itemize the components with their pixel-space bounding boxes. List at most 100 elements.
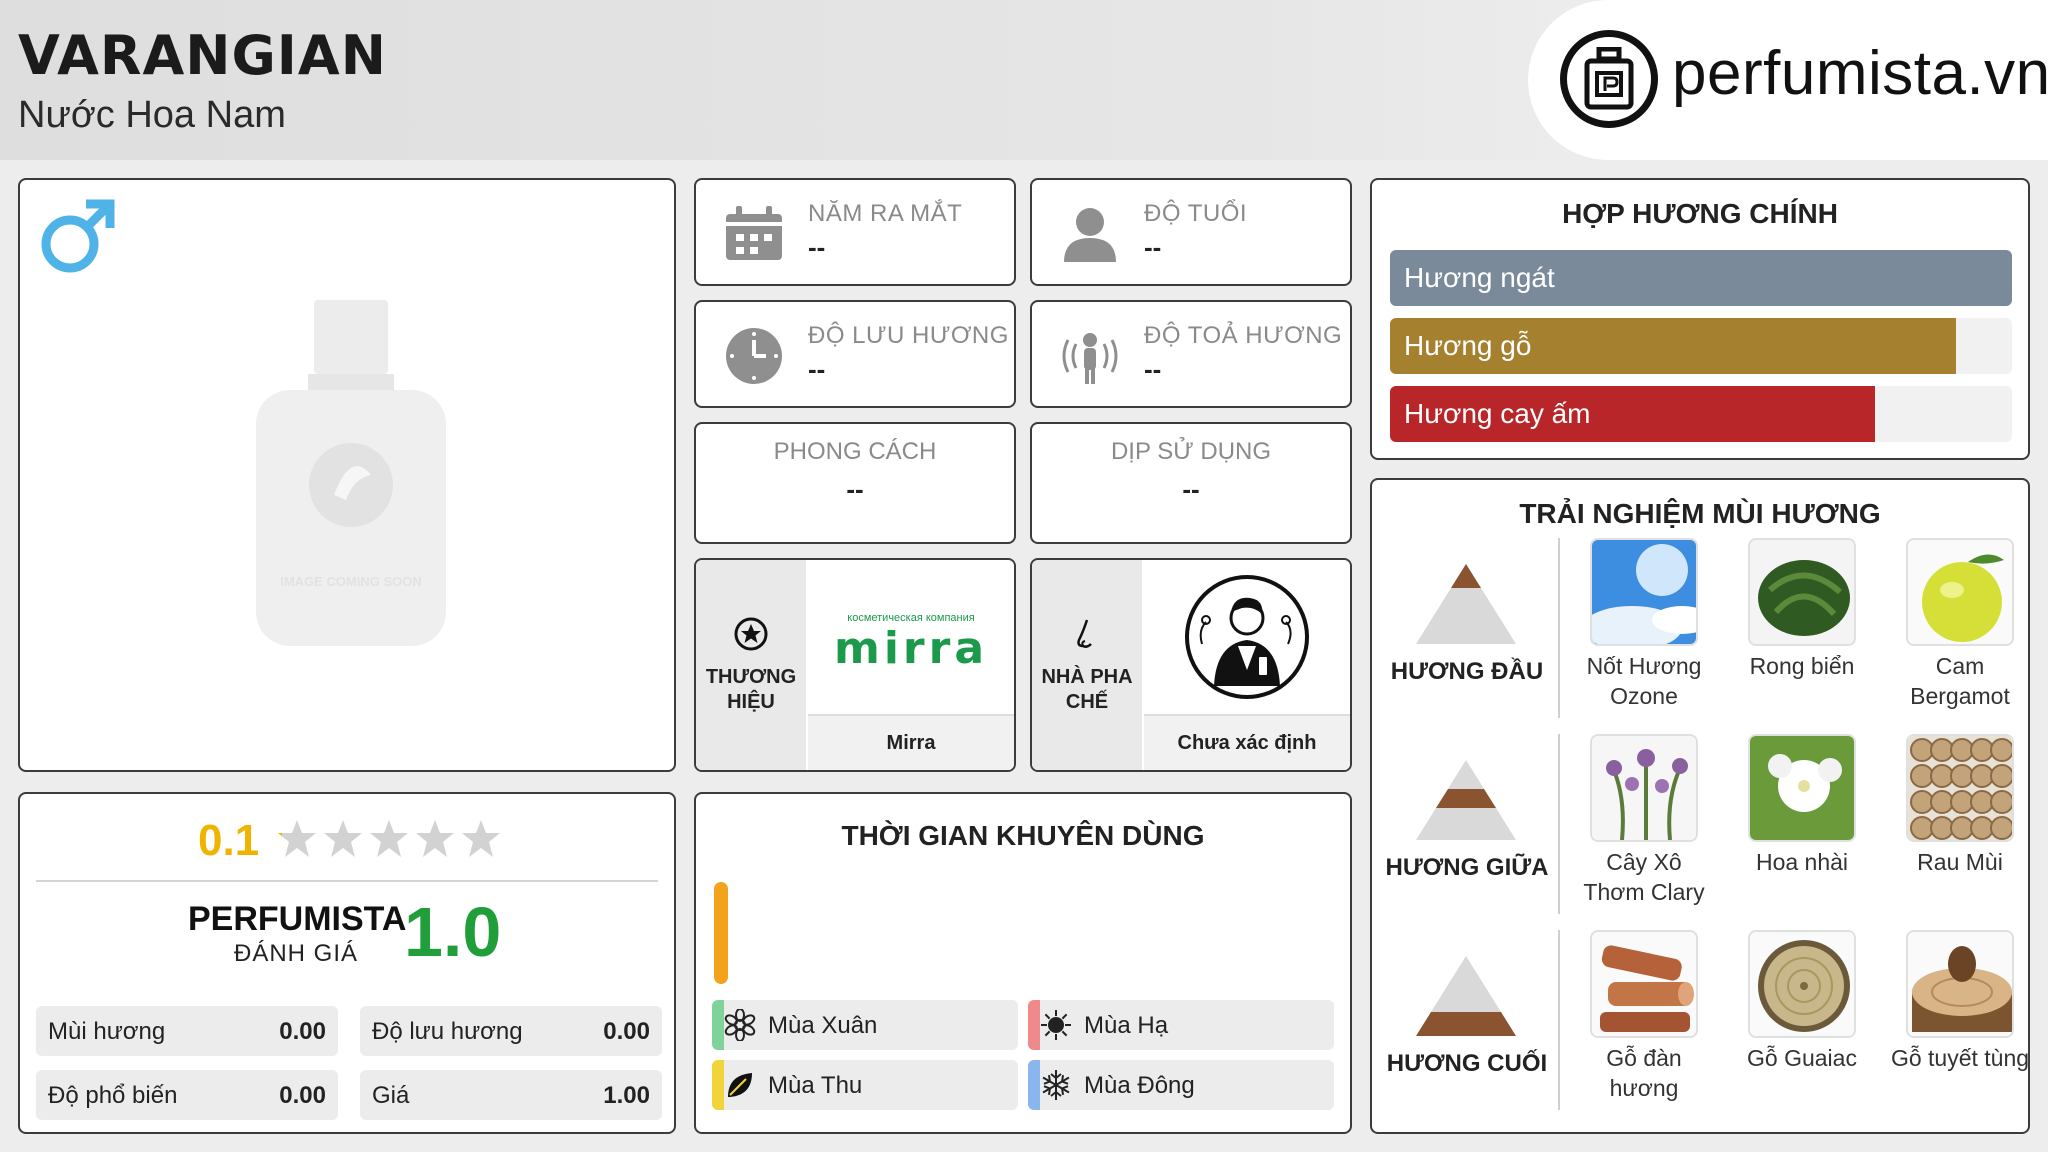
svg-text:mirra: mirra xyxy=(834,623,988,674)
longevity-card: ĐỘ LƯU HƯƠNG -- xyxy=(694,300,1016,408)
note-item[interactable]: Rong biển xyxy=(1732,538,1872,682)
rating-metric: Mùi hương 0.00 xyxy=(36,1006,338,1056)
metric-value: 1.00 xyxy=(603,1082,650,1109)
note-item[interactable]: Hoa nhài xyxy=(1732,734,1872,878)
metric-label: Độ lưu hương xyxy=(372,1018,523,1045)
note-item[interactable]: Nốt Hương Ozone xyxy=(1574,538,1714,712)
note-name: Nốt Hương Ozone xyxy=(1586,653,1702,709)
seaweed-icon xyxy=(1748,538,1856,646)
note-name: Gỗ Guaiac xyxy=(1747,1045,1857,1071)
season-label: Mùa Thu xyxy=(768,1072,863,1099)
accord-bar[interactable]: Hương ngát xyxy=(1390,250,2012,306)
season-accent xyxy=(712,1000,724,1050)
age-label: ĐỘ TUỔI xyxy=(1144,200,1248,227)
rating-metric: Giá 1.00 xyxy=(360,1070,662,1120)
sillage-card: ĐỘ TOẢ HƯƠNG -- xyxy=(1030,300,1352,408)
nose-icon xyxy=(1069,616,1105,657)
diffusion-person-icon xyxy=(1060,326,1120,386)
season-accent xyxy=(1028,1060,1040,1110)
user-rating-score: 0.1 xyxy=(198,816,260,865)
note-tier-label: HƯƠNG GIỮA xyxy=(1385,854,1549,881)
season-item: Mùa Thu xyxy=(712,1060,1018,1110)
note-item[interactable]: Cam Bergamot xyxy=(1890,538,2030,712)
star-circle-icon xyxy=(733,616,769,657)
launch-year-card: NĂM RA MẮT -- xyxy=(694,178,1016,286)
note-item[interactable]: Rau Mùi xyxy=(1890,734,2030,878)
metric-value: 0.00 xyxy=(279,1018,326,1045)
note-name: Hoa nhài xyxy=(1755,849,1849,875)
season-accent xyxy=(1028,1000,1040,1050)
rating-panel: 0.1 PERFUMISTA ĐÁNH GIÁ 1.0 Mùi hương 0.0… xyxy=(18,792,676,1134)
scent-notes-title: TRẢI NGHIỆM MÙI HƯƠNG xyxy=(1519,498,1881,529)
sandalwood-icon xyxy=(1590,930,1698,1038)
logo-text[interactable]: perfumista.vn xyxy=(1672,38,2048,109)
launch-year-value: -- xyxy=(808,232,826,262)
page-header: VARANGIAN Nước Hoa Nam perfumista.vn xyxy=(0,0,2048,160)
note-item[interactable]: Gỗ tuyết tùng xyxy=(1890,930,2030,1074)
occasion-value: -- xyxy=(1182,474,1200,504)
metric-label: Độ phổ biến xyxy=(48,1082,178,1109)
main-accords-panel: HỢP HƯƠNG CHÍNH Hương ngát Hương gỗ Hương … xyxy=(1370,178,2030,460)
accord-bar[interactable]: Hương cay ấm xyxy=(1390,386,2012,442)
note-name: Rau Mùi xyxy=(1917,849,2003,875)
star-icon[interactable] xyxy=(276,818,318,865)
note-name: Gỗ đàn hương xyxy=(1606,1045,1682,1101)
season-label: Mùa Xuân xyxy=(768,1012,878,1039)
metric-label: Mùi hương xyxy=(48,1018,166,1045)
snowflake-icon xyxy=(1040,1069,1072,1101)
note-pyramid-icon xyxy=(1416,564,1516,649)
perfumer-side-label: NHÀ PHA CHẾ xyxy=(1041,665,1133,713)
person-icon xyxy=(1060,204,1120,264)
jasmine-icon xyxy=(1748,734,1856,842)
calendar-icon xyxy=(724,204,784,264)
brand-side-label: THƯƠNG HIỆU xyxy=(705,665,797,713)
bergamot-icon xyxy=(1906,538,2014,646)
rating-metric: Độ phổ biến 0.00 xyxy=(36,1070,338,1120)
star-icon[interactable] xyxy=(414,818,456,865)
age-value: -- xyxy=(1144,232,1162,262)
brand-logo[interactable]: косметическая компания mirra xyxy=(808,560,1014,714)
perfumista-label: PERFUMISTA xyxy=(188,900,407,938)
guaiac-wood-icon xyxy=(1748,930,1856,1038)
sky-icon xyxy=(1590,538,1698,646)
flower-icon xyxy=(724,1008,756,1042)
accord-name: Hương cay ấm xyxy=(1404,398,1591,429)
brand-name[interactable]: Mirra xyxy=(808,714,1014,770)
clary-sage-icon xyxy=(1590,734,1698,842)
note-item[interactable]: Gỗ đàn hương xyxy=(1574,930,1714,1104)
note-tier-divider xyxy=(1558,734,1560,914)
perfumista-sub-label: ĐÁNH GIÁ xyxy=(234,940,359,967)
note-tier-divider xyxy=(1558,930,1560,1110)
cedar-icon xyxy=(1906,930,2014,1038)
sillage-label: ĐỘ TOẢ HƯƠNG xyxy=(1144,322,1343,349)
coriander-icon xyxy=(1906,734,2014,842)
style-card: PHONG CÁCH -- xyxy=(694,422,1016,544)
brand-card[interactable]: THƯƠNG HIỆU косметическая компания mirra… xyxy=(694,558,1016,772)
metric-value: 0.00 xyxy=(279,1082,326,1109)
star-icon[interactable] xyxy=(368,818,410,865)
note-item[interactable]: Cây Xô Thơm Clary xyxy=(1574,734,1714,908)
main-accords-title: HỢP HƯƠNG CHÍNH xyxy=(1562,198,1838,229)
note-item[interactable]: Gỗ Guaiac xyxy=(1732,930,1872,1074)
male-symbol-icon xyxy=(36,194,120,283)
perfumer-card[interactable]: NHÀ PHA CHẾ Chưa xác định xyxy=(1030,558,1352,772)
accord-name: Hương ngát xyxy=(1404,262,1555,293)
note-tier-label: HƯƠNG ĐẦU xyxy=(1390,658,1544,685)
accord-bar[interactable]: Hương gỗ xyxy=(1390,318,2012,374)
rating-divider xyxy=(36,880,658,882)
product-title: VARANGIAN xyxy=(18,24,387,87)
svg-text:IMAGE COMING SOON: IMAGE COMING SOON xyxy=(280,574,422,589)
scent-notes-panel: TRẢI NGHIỆM MÙI HƯƠNG HƯƠNG ĐẦU Nốt Hương… xyxy=(1370,478,2030,1134)
perfumer-name[interactable]: Chưa xác định xyxy=(1144,714,1350,770)
perfumista-score: 1.0 xyxy=(404,893,502,971)
recommended-time-title: THỜI GIAN KHUYÊN DÙNG xyxy=(841,820,1205,851)
star-icon[interactable] xyxy=(322,818,364,865)
recommended-time-panel: THỜI GIAN KHUYÊN DÙNG Mùa Xuân Mùa Hạ Mùa … xyxy=(694,792,1352,1134)
perfume-bottle-icon[interactable] xyxy=(1560,30,1658,128)
note-tier-divider xyxy=(1558,538,1560,718)
note-name: Rong biển xyxy=(1749,653,1855,679)
rating-metric: Độ lưu hương 0.00 xyxy=(360,1006,662,1056)
style-value: -- xyxy=(846,474,864,504)
star-icon[interactable] xyxy=(460,818,502,865)
occasion-label: DỊP SỬ DỤNG xyxy=(1110,438,1272,465)
